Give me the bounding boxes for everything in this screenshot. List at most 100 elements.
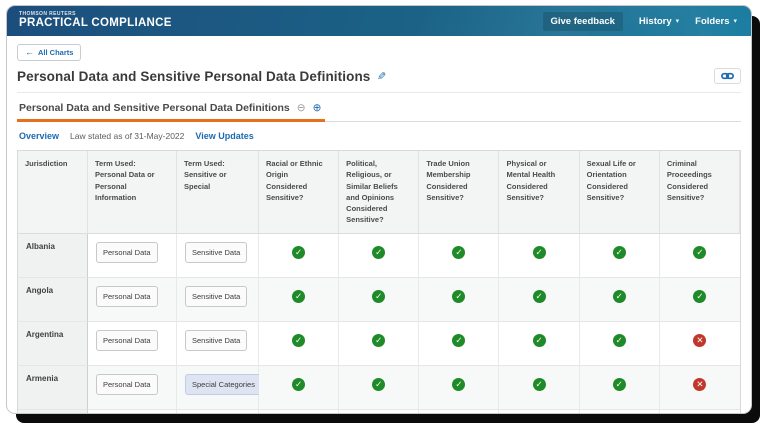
flag-cell: ✕ — [660, 322, 740, 366]
yes-check-icon[interactable]: ✓ — [533, 290, 546, 303]
top-navigation-bar: THOMSON REUTERS PRACTICAL COMPLIANCE Giv… — [7, 6, 751, 36]
yes-check-icon[interactable]: ✓ — [292, 246, 305, 259]
view-updates-link[interactable]: View Updates — [195, 131, 253, 141]
flag-cell: ✓ — [419, 410, 499, 415]
caret-down-icon: ▾ — [733, 18, 737, 25]
term-chip[interactable]: Personal Data — [96, 242, 158, 263]
term-cell: Personal Information — [88, 410, 177, 415]
column-header-6: Physical or Mental Health Considered Sen… — [499, 151, 579, 234]
yes-check-icon[interactable]: ✓ — [372, 246, 385, 259]
term-cell: Sensitive Information — [177, 410, 259, 415]
add-circle-icon[interactable]: ⊕ — [313, 103, 322, 114]
flag-cell: ✕ — [660, 366, 740, 410]
yes-check-icon[interactable]: ✓ — [292, 290, 305, 303]
term-chip[interactable]: Sensitive Data — [185, 242, 247, 263]
page-title: Personal Data and Sensitive Personal Dat… — [17, 69, 370, 84]
yes-check-icon[interactable]: ✓ — [533, 334, 546, 347]
term-chip[interactable]: Personal Data — [96, 374, 158, 395]
edit-pencil-icon[interactable]: ✎ — [377, 70, 386, 83]
yes-check-icon[interactable]: ✓ — [613, 246, 626, 259]
yes-check-icon[interactable]: ✓ — [533, 378, 546, 391]
flag-cell: ✓ — [259, 366, 339, 410]
yes-check-icon[interactable]: ✓ — [292, 334, 305, 347]
no-cross-icon[interactable]: ✕ — [693, 334, 706, 347]
yes-check-icon[interactable]: ✓ — [452, 378, 465, 391]
term-cell: Personal Data — [88, 234, 177, 278]
yes-check-icon[interactable]: ✓ — [372, 290, 385, 303]
term-chip[interactable]: Personal Data — [96, 286, 158, 307]
column-header-7: Sexual Life or Orientation Considered Se… — [580, 151, 660, 234]
flag-cell: ✓ — [339, 234, 419, 278]
yes-check-icon[interactable]: ✓ — [613, 290, 626, 303]
page-content: ← All Charts Personal Data and Sensitive… — [7, 36, 751, 414]
flag-cell: ✓ — [339, 278, 419, 322]
term-chip[interactable]: Sensitive Data — [185, 330, 247, 351]
flag-cell: ✓ — [580, 322, 660, 366]
tab-label: Personal Data and Sensitive Personal Dat… — [19, 102, 290, 114]
yes-check-icon[interactable]: ✓ — [613, 378, 626, 391]
column-header-5: Trade Union Membership Considered Sensit… — [419, 151, 499, 234]
yes-check-icon[interactable]: ✓ — [613, 334, 626, 347]
folders-menu[interactable]: Folders ▾ — [695, 16, 737, 27]
flag-cell: ✓ — [419, 366, 499, 410]
flag-cell: ✓ — [259, 234, 339, 278]
yes-check-icon[interactable]: ✓ — [452, 334, 465, 347]
yes-check-icon[interactable]: ✓ — [292, 378, 305, 391]
flag-cell: ✓ — [339, 410, 419, 415]
flag-cell: ✓ — [419, 234, 499, 278]
jurisdiction-cell: Albania — [18, 234, 88, 278]
column-header-0: Jurisdiction — [18, 151, 88, 234]
no-cross-icon[interactable]: ✕ — [693, 378, 706, 391]
column-header-4: Political, Religious, or Similar Beliefs… — [339, 151, 419, 234]
law-stated-text: Law stated as of 31-May-2022 — [70, 131, 184, 141]
flag-cell: ✓ — [660, 234, 740, 278]
jurisdiction-cell: Argentina — [18, 322, 88, 366]
all-charts-back-button[interactable]: ← All Charts — [17, 44, 81, 61]
flag-cell: ✓ — [339, 322, 419, 366]
flag-cell: ✓ — [499, 366, 579, 410]
flag-cell: ✓ — [499, 234, 579, 278]
term-cell: Special Categories — [177, 366, 259, 410]
flag-cell: ✓ — [259, 278, 339, 322]
flag-cell: ✓ — [259, 410, 339, 415]
yes-check-icon[interactable]: ✓ — [452, 290, 465, 303]
brand-logo[interactable]: THOMSON REUTERS PRACTICAL COMPLIANCE — [19, 12, 172, 30]
overview-link[interactable]: Overview — [19, 131, 59, 141]
flag-cell: ✓ — [580, 278, 660, 322]
title-row: Personal Data and Sensitive Personal Dat… — [17, 68, 741, 93]
flag-cell: ✓ — [499, 278, 579, 322]
yes-check-icon[interactable]: ✓ — [693, 290, 706, 303]
app-window: THOMSON REUTERS PRACTICAL COMPLIANCE Giv… — [6, 5, 752, 414]
flag-cell: ✓ — [660, 410, 740, 415]
history-menu-label: History — [639, 16, 672, 27]
term-cell: Sensitive Data — [177, 278, 259, 322]
yes-check-icon[interactable]: ✓ — [533, 246, 546, 259]
yes-check-icon[interactable]: ✓ — [693, 246, 706, 259]
term-chip[interactable]: Personal Data — [96, 330, 158, 351]
term-cell: Personal Data — [88, 322, 177, 366]
term-chip[interactable]: Special Categories — [185, 374, 262, 395]
all-charts-label: All Charts — [38, 48, 73, 57]
chart-tabs: Personal Data and Sensitive Personal Dat… — [17, 102, 741, 122]
flag-cell: ✓ — [580, 366, 660, 410]
flag-cell: ✓ — [259, 322, 339, 366]
copy-link-button[interactable] — [714, 68, 741, 84]
flag-cell: ✓ — [499, 322, 579, 366]
flag-cell: ✓ — [660, 278, 740, 322]
term-chip[interactable]: Sensitive Data — [185, 286, 247, 307]
yes-check-icon[interactable]: ✓ — [372, 334, 385, 347]
yes-check-icon[interactable]: ✓ — [372, 378, 385, 391]
tab-personal-data-definitions[interactable]: Personal Data and Sensitive Personal Dat… — [17, 102, 325, 122]
column-header-1: Term Used: Personal Data or Personal Inf… — [88, 151, 177, 234]
folders-menu-label: Folders — [695, 16, 729, 27]
history-menu[interactable]: History ▾ — [639, 16, 679, 27]
link-chain-icon — [721, 72, 734, 80]
column-header-3: Racial or Ethnic Origin Considered Sensi… — [259, 151, 339, 234]
term-cell: Personal Data — [88, 278, 177, 322]
yes-check-icon[interactable]: ✓ — [452, 246, 465, 259]
flag-cell: ✓ — [419, 278, 499, 322]
term-cell: Personal Data — [88, 366, 177, 410]
collapse-circle-icon[interactable]: ⊖ — [297, 103, 306, 114]
give-feedback-button[interactable]: Give feedback — [543, 12, 623, 31]
jurisdiction-cell: Australia — [18, 410, 88, 415]
